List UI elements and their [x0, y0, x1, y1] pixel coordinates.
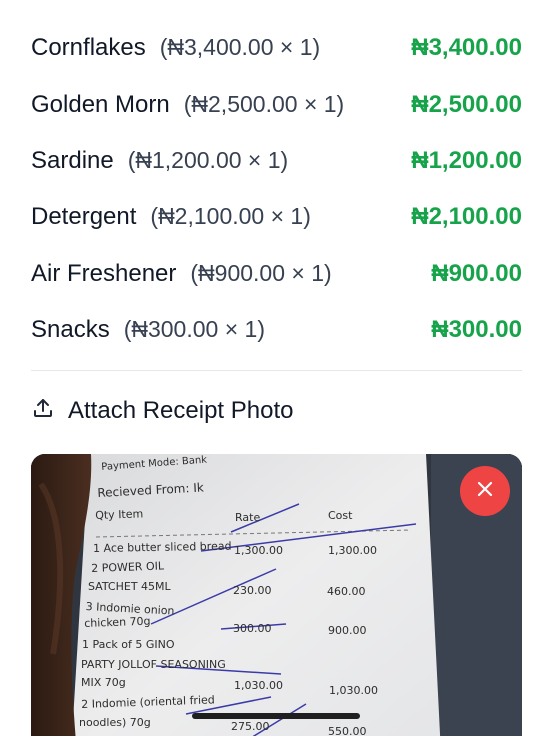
receipt-line-cost: 550.00 [328, 725, 367, 736]
item-row: Snacks (₦300.00 × 1) ₦300.00 [31, 302, 522, 358]
item-row: Detergent (₦2,100.00 × 1) ₦2,100.00 [31, 189, 522, 245]
upload-icon [31, 396, 55, 425]
item-name: Air Freshener [31, 259, 177, 287]
receipt-line-cost: 1,300.00 [328, 544, 377, 557]
item-name: Golden Morn [31, 90, 170, 118]
receipt-col-rate: Rate [235, 511, 261, 524]
item-qty: (₦3,400.00 × 1) [159, 34, 321, 61]
items-list: Cornflakes (₦3,400.00 × 1) ₦3,400.00 Gol… [31, 20, 522, 358]
remove-photo-button[interactable] [460, 466, 510, 516]
item-qty: (₦2,100.00 × 1) [150, 203, 311, 230]
item-qty: (₦900.00 × 1) [190, 259, 332, 286]
attach-title: Attach Receipt Photo [68, 396, 294, 424]
receipt-line-rate: 1,300.00 [234, 544, 283, 557]
receipt-line-rate: 300.00 [233, 622, 272, 635]
item-total: ₦1,200.00 [411, 146, 522, 174]
receipt-line-desc: MIX 70g [81, 676, 126, 689]
item-row: Sardine (₦1,200.00 × 1) ₦1,200.00 [31, 133, 522, 189]
receipt-photo[interactable]: Payment Mode: Bank Recieved From: Ik Qty… [31, 454, 522, 736]
receipt-line-desc: 2 POWER OIL [91, 559, 165, 575]
receipt-line-desc: PARTY JOLLOF SEASONING [81, 658, 226, 671]
item-total: ₦300.00 [431, 316, 522, 344]
item-total: ₦2,500.00 [411, 90, 522, 118]
item-name: Sardine [31, 146, 114, 174]
receipt-line-desc: SATCHET 45ML [88, 580, 171, 593]
item-name: Cornflakes [31, 34, 146, 62]
item-total: ₦900.00 [431, 259, 522, 287]
receipt-line-rate: 230.00 [233, 584, 272, 597]
close-icon [476, 480, 494, 503]
receipt-line-rate: 1,030.00 [234, 679, 283, 692]
receipt-col-qty-item: Qty Item [95, 507, 144, 522]
item-qty: (₦2,500.00 × 1) [183, 90, 345, 117]
receipt-line-cost: 460.00 [327, 585, 366, 598]
receipt-col-cost: Cost [328, 509, 353, 522]
receipt-line-desc: 1 Ace butter sliced bread [93, 539, 232, 555]
item-qty: (₦300.00 × 1) [123, 316, 265, 343]
receipt-line-desc: 1 Pack of 5 GINO [82, 638, 175, 651]
receipt-line-cost: 900.00 [328, 624, 367, 637]
gesture-home-bar[interactable] [192, 713, 360, 719]
receipt-line-rate: 275.00 [231, 720, 270, 733]
section-divider [31, 370, 522, 371]
item-name: Detergent [31, 203, 137, 231]
item-row: Cornflakes (₦3,400.00 × 1) ₦3,400.00 [31, 20, 522, 76]
item-total: ₦2,100.00 [411, 203, 522, 231]
receipt-line-desc: noodles) 70g [79, 716, 151, 729]
attach-receipt-button[interactable]: Attach Receipt Photo [31, 396, 293, 425]
item-row: Golden Morn (₦2,500.00 × 1) ₦2,500.00 [31, 76, 522, 132]
item-name: Snacks [31, 316, 110, 344]
item-qty: (₦1,200.00 × 1) [127, 146, 289, 173]
item-row: Air Freshener (₦900.00 × 1) ₦900.00 [31, 246, 522, 302]
receipt-line-cost: 1,030.00 [329, 684, 378, 697]
item-total: ₦3,400.00 [411, 34, 522, 62]
receipt-line-desc: chicken 70g [84, 614, 151, 630]
